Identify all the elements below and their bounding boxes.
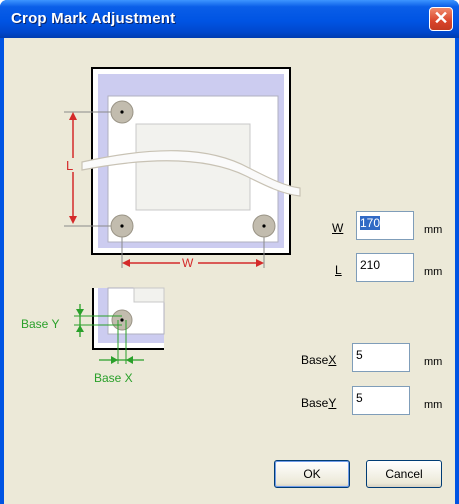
length-unit: mm — [424, 266, 443, 278]
width-dimension-label: W — [182, 256, 194, 270]
base-y-label-prefix: Base — [301, 396, 329, 410]
base-x-unit: mm — [424, 356, 443, 368]
width-dimension: W — [122, 255, 264, 270]
length-value: 210 — [360, 258, 381, 272]
base-x-field-label: BaseX — [301, 353, 336, 367]
base-x-label-mnemonic: X — [328, 353, 337, 367]
base-y-label: Base Y — [21, 317, 59, 331]
base-y-value: 5 — [356, 391, 363, 405]
dialog-window: Crop Mark Adjustment ✕ L W Base Y Base X… — [0, 0, 459, 504]
base-y-input[interactable]: 5 — [352, 386, 410, 415]
length-dimension-label: L — [66, 158, 73, 173]
length-label: L — [335, 263, 342, 277]
base-x-input[interactable]: 5 — [352, 343, 410, 372]
close-icon: ✕ — [433, 8, 449, 28]
cancel-button[interactable]: Cancel — [366, 460, 442, 488]
dialog-body: L W Base Y Base X W 170 mm L 210 mm Base… — [4, 38, 455, 504]
base-x-value: 5 — [356, 348, 363, 362]
base-y-field-label: BaseY — [301, 396, 336, 410]
width-label-mnemonic: W — [332, 221, 344, 235]
base-y-label-mnemonic: Y — [328, 396, 337, 410]
ok-button[interactable]: OK — [274, 460, 350, 488]
width-value: 170 — [360, 216, 381, 230]
base-y-unit: mm — [424, 399, 443, 411]
width-unit: mm — [424, 224, 443, 236]
base-x-label: Base X — [94, 371, 133, 385]
length-input[interactable]: 210 — [356, 253, 414, 282]
base-x-label-prefix: Base — [301, 353, 329, 367]
width-label: W — [332, 221, 343, 235]
width-input[interactable]: 170 — [356, 211, 414, 240]
title-bar[interactable]: Crop Mark Adjustment ✕ — [0, 0, 459, 38]
window-title: Crop Mark Adjustment — [11, 10, 176, 27]
length-dimension: L — [64, 112, 80, 224]
close-button[interactable]: ✕ — [429, 7, 453, 31]
length-label-mnemonic: L — [335, 263, 342, 277]
base-detail-illustration — [92, 287, 165, 350]
